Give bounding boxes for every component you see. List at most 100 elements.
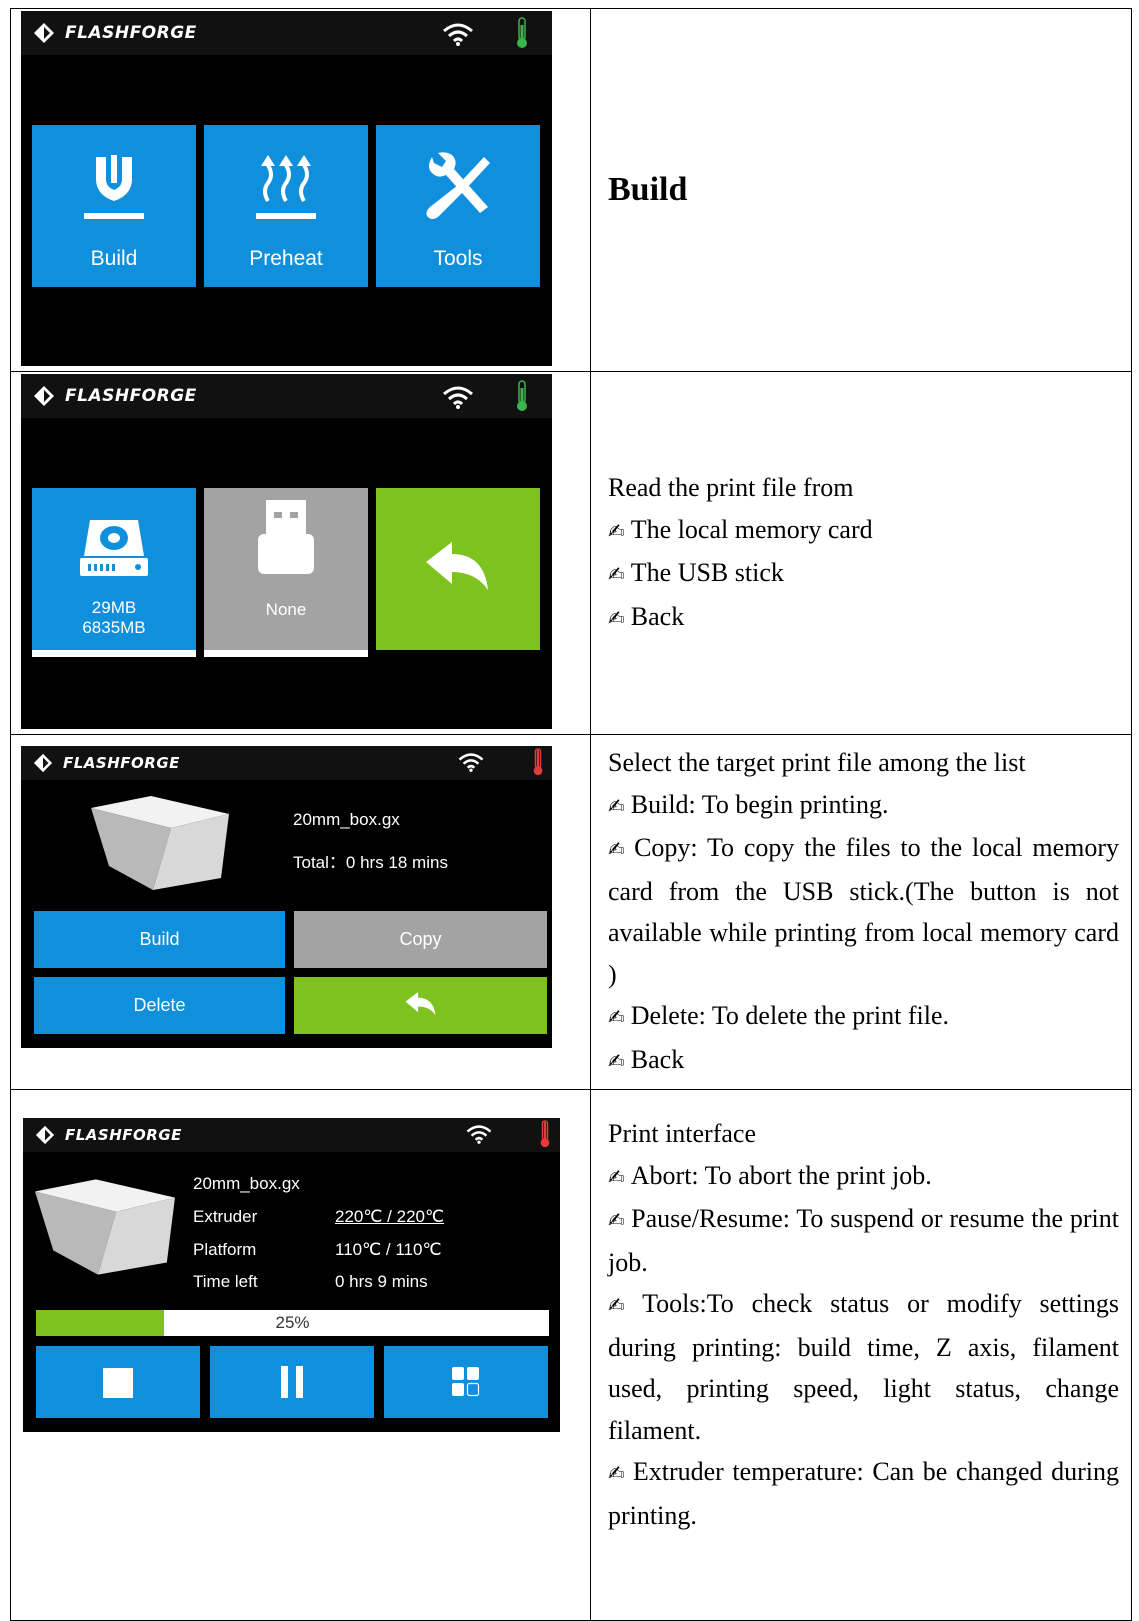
abort-button[interactable]	[36, 1346, 200, 1418]
usb-tile[interactable]: None	[204, 488, 368, 657]
local-memory-tile[interactable]: 29MB 6835MB	[32, 488, 196, 657]
heat-icon	[256, 155, 316, 219]
file-name: 20mm_box.gx	[193, 1174, 300, 1193]
grid-icon	[452, 1367, 480, 1397]
thermometer-icon	[533, 748, 543, 776]
progress-bar: 25%	[36, 1310, 549, 1336]
brand: FLASHFORGE	[33, 384, 197, 408]
screen-cell: FLASHFORGE 20mm_box.gx Extruder 220℃ / 2…	[10, 1089, 591, 1621]
stop-icon	[103, 1368, 133, 1398]
description-cell: Read the print file from ✍ The local memo…	[590, 371, 1132, 735]
instruction-table: FLASHFORGE Build Preheat Tools Build FLA…	[10, 8, 1132, 1621]
flashforge-logo-icon	[33, 753, 53, 773]
pen-icon: ✍	[608, 793, 625, 818]
brand-name: FLASHFORGE	[63, 754, 180, 772]
row-print: FLASHFORGE 20mm_box.gx Extruder 220℃ / 2…	[10, 1089, 1132, 1621]
intro-text: Print interface	[608, 1119, 756, 1148]
delete-button[interactable]: Delete	[34, 977, 285, 1034]
pen-icon: ✍	[608, 562, 625, 586]
home-screen: FLASHFORGE Build Preheat Tools	[21, 11, 552, 366]
thermometer-icon	[540, 1120, 550, 1148]
status-bar: FLASHFORGE	[23, 1118, 560, 1152]
pen-icon: ✍	[608, 837, 629, 861]
print-screen: FLASHFORGE 20mm_box.gx Extruder 220℃ / 2…	[23, 1118, 560, 1432]
brand-name: FLASHFORGE	[65, 1126, 182, 1144]
preheat-label: Preheat	[249, 247, 323, 270]
memory-used: 29MB	[91, 598, 137, 617]
file-name: 20mm_box.gx	[293, 810, 400, 829]
pen-icon: ✍	[608, 1164, 625, 1189]
model-preview-icon	[35, 1179, 175, 1275]
brand: FLASHFORGE	[33, 21, 197, 45]
tools-icon	[426, 152, 490, 219]
back-button[interactable]	[294, 977, 547, 1034]
time-left-label: Time left	[193, 1272, 258, 1291]
list-item: ✍ Extruder temperature: Can be changed du…	[608, 1457, 1119, 1530]
nozzle-icon	[84, 155, 144, 219]
build-label: Build	[90, 247, 138, 270]
pen-icon: ✍	[608, 518, 625, 543]
wifi-icon	[443, 23, 473, 46]
usb-stick-icon	[258, 500, 314, 574]
status-bar: FLASHFORGE	[21, 746, 552, 780]
total-time: Total：0 hrs 18 mins	[293, 853, 448, 872]
back-arrow-icon	[405, 991, 436, 1016]
thermometer-icon	[517, 380, 527, 411]
brand: FLASHFORGE	[33, 751, 180, 775]
list-item: ✍ The local memory card	[608, 514, 873, 544]
screen-cell: FLASHFORGE Build Preheat Tools	[10, 8, 591, 372]
brand-name: FLASHFORGE	[65, 386, 197, 406]
platform-label: Platform	[193, 1240, 257, 1259]
description-cell: Build	[590, 8, 1132, 372]
intro-text: Select the target print file among the l…	[608, 748, 1026, 777]
model-preview-icon	[91, 796, 229, 890]
list-item: ✍ The USB stick	[608, 558, 784, 587]
list-item: ✍ Copy: To copy the files to the local me…	[608, 833, 1119, 989]
list-item: ✍ Tools:To check status or modify setting…	[608, 1289, 1119, 1445]
flashforge-logo-icon	[35, 1125, 55, 1145]
pause-button[interactable]	[210, 1346, 374, 1418]
list-item: ✍ Back	[608, 601, 685, 631]
pen-icon: ✍	[608, 1293, 637, 1317]
platform-temp: 110℃ / 110℃	[335, 1240, 442, 1259]
status-bar: FLASHFORGE	[21, 11, 552, 55]
list-item: ✍ Delete: To delete the print file.	[608, 1001, 950, 1030]
list-item: ✍ Build: To begin printing.	[608, 789, 889, 819]
screen-cell: FLASHFORGE 20mm_box.gx Total：0 hrs 18 mi…	[10, 734, 591, 1090]
thermometer-icon	[517, 17, 527, 48]
row-file: FLASHFORGE 20mm_box.gx Total：0 hrs 18 mi…	[10, 734, 1132, 1090]
build-button[interactable]: Build	[34, 911, 285, 968]
tools-tile[interactable]: Tools	[376, 125, 540, 287]
wifi-icon	[458, 753, 484, 772]
pen-icon: ✍	[608, 1048, 625, 1073]
build-tile[interactable]: Build	[32, 125, 196, 287]
screen-cell: FLASHFORGE 29MB 6835MB None	[10, 371, 591, 735]
pause-icon	[281, 1366, 303, 1398]
section-title: Build	[608, 171, 688, 209]
time-left-value: 0 hrs 9 mins	[335, 1272, 428, 1291]
list-item: ✍ Pause/Resume: To suspend or resume the …	[608, 1204, 1119, 1277]
copy-button[interactable]: Copy	[294, 911, 547, 968]
flashforge-logo-icon	[34, 23, 54, 43]
row-home: FLASHFORGE Build Preheat Tools Build	[10, 8, 1132, 372]
tools-label: Tools	[433, 247, 483, 270]
progress-text: 25%	[275, 1313, 310, 1332]
tools-button[interactable]	[384, 1346, 548, 1418]
extruder-temp[interactable]: 220℃ / 220℃	[335, 1207, 444, 1227]
back-tile[interactable]	[376, 488, 540, 650]
brand: FLASHFORGE	[35, 1123, 182, 1147]
memory-total: 6835MB	[82, 618, 146, 637]
pen-icon: ✍	[608, 1005, 625, 1029]
pen-icon: ✍	[608, 1461, 627, 1485]
extruder-label: Extruder	[193, 1207, 258, 1226]
wifi-icon	[466, 1125, 492, 1144]
list-item: ✍ Back	[608, 1044, 685, 1074]
hard-drive-icon	[80, 520, 148, 576]
preheat-tile[interactable]: Preheat	[204, 125, 368, 287]
source-screen: FLASHFORGE 29MB 6835MB None	[21, 374, 552, 729]
list-item: ✍ Abort: To abort the print job.	[608, 1160, 932, 1190]
pen-icon: ✍	[608, 1208, 626, 1232]
description-cell: Select the target print file among the l…	[590, 734, 1132, 1090]
flashforge-logo-icon	[34, 386, 54, 406]
file-screen: FLASHFORGE 20mm_box.gx Total：0 hrs 18 mi…	[21, 746, 552, 1048]
